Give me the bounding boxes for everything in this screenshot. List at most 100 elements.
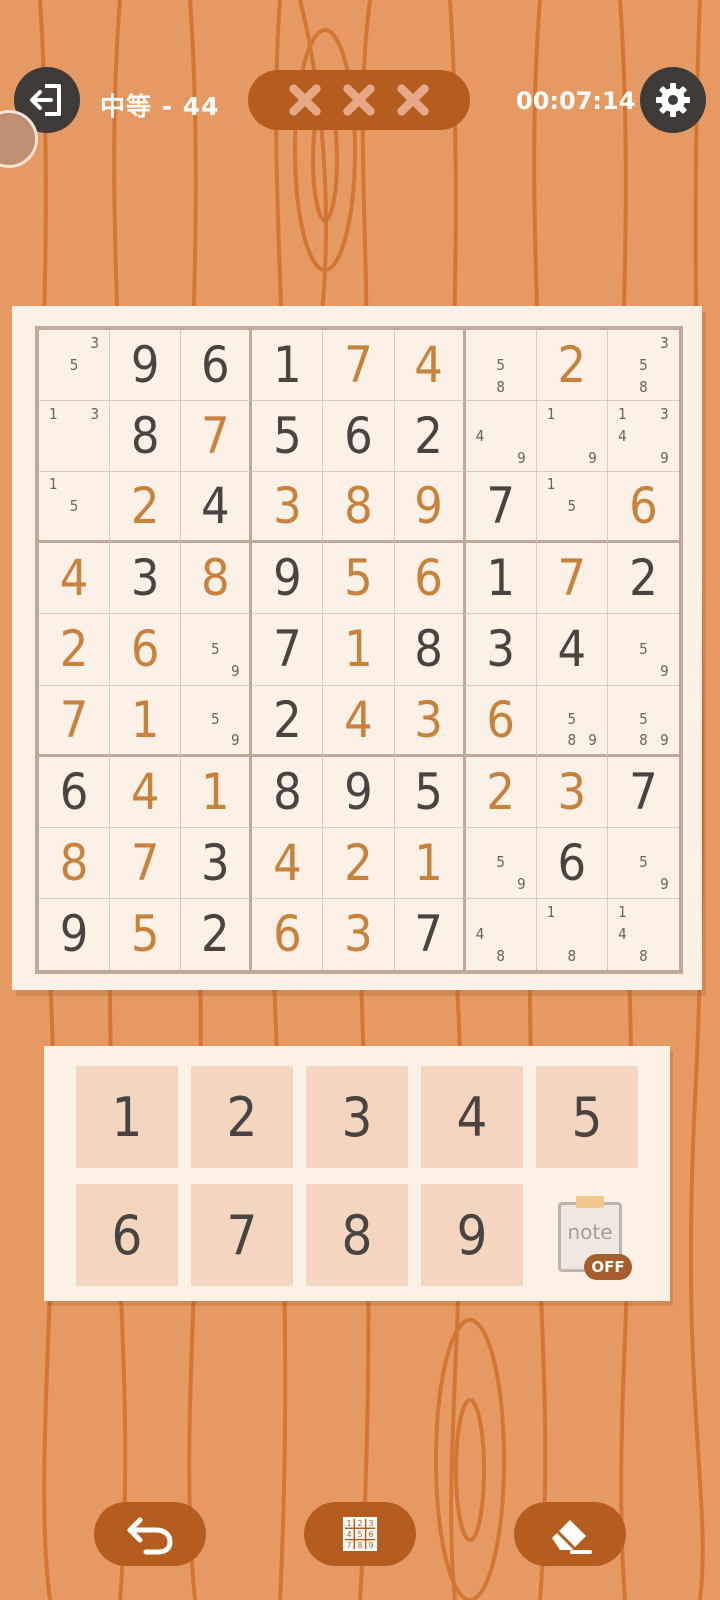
digit-key-3[interactable]: 3 [306,1066,408,1168]
cell-entered-digit[interactable]: 4 [110,756,182,828]
cell-entered-digit[interactable]: 8 [323,472,395,544]
cell-entered-digit[interactable]: 7 [110,827,182,899]
cell-entered-digit[interactable]: 1 [110,685,182,757]
digit-key-6[interactable]: 6 [76,1184,178,1286]
cell-given-digit[interactable]: 9 [110,330,182,402]
cell-given-digit[interactable]: 5 [394,756,466,828]
cell-pencil-notes[interactable]: 5 89 [536,685,608,757]
digit-key-4[interactable]: 4 [421,1066,523,1168]
digit-key-5[interactable]: 5 [536,1066,638,1168]
cell-pencil-notes[interactable]: 1 48 [607,898,679,970]
cell-given-digit[interactable]: 5 [252,401,324,473]
pencil-note [633,661,654,683]
cell-given-digit[interactable]: 4 [181,472,253,544]
cell-pencil-notes[interactable]: 18 [536,898,608,970]
cell-entered-digit[interactable]: 3 [252,472,324,544]
cell-entered-digit[interactable]: 7 [536,543,608,615]
cell-pencil-notes[interactable]: 59 [607,827,679,899]
cell-entered-digit[interactable]: 4 [394,330,466,402]
cell-given-digit[interactable]: 6 [323,401,395,473]
cell-given-digit[interactable]: 8 [394,614,466,686]
cell-given-digit[interactable]: 2 [181,898,253,970]
cell-pencil-notes[interactable]: 59 [607,614,679,686]
cell-entered-digit[interactable]: 6 [465,685,537,757]
cell-given-digit[interactable]: 7 [252,614,324,686]
cell-given-digit[interactable]: 3 [465,614,537,686]
cell-given-digit[interactable]: 2 [607,543,679,615]
cell-pencil-notes[interactable]: 59 [181,614,253,686]
cell-entered-digit[interactable]: 6 [607,472,679,544]
cell-given-digit[interactable]: 9 [323,756,395,828]
cell-entered-digit[interactable]: 9 [394,472,466,544]
cell-entered-digit[interactable]: 4 [252,827,324,899]
cell-given-digit[interactable]: 7 [465,472,537,544]
cell-entered-digit[interactable]: 2 [110,472,182,544]
cell-given-digit[interactable]: 8 [110,401,182,473]
cell-given-digit[interactable]: 9 [252,543,324,615]
cell-entered-digit[interactable]: 3 [323,898,395,970]
digit-key-9[interactable]: 9 [421,1184,523,1286]
cell-entered-digit[interactable]: 8 [39,827,111,899]
cell-entered-digit[interactable]: 7 [181,401,253,473]
cell-pencil-notes[interactable]: 49 [465,401,537,473]
digit-key-2[interactable]: 2 [191,1066,293,1168]
digit-key-8[interactable]: 8 [306,1184,408,1286]
settings-button[interactable] [640,67,706,133]
cell-entered-digit[interactable]: 4 [323,685,395,757]
auto-notes-button[interactable]: 123 456 789 [304,1502,416,1566]
cell-entered-digit[interactable]: 5 [110,898,182,970]
cell-entered-digit[interactable]: 7 [39,685,111,757]
cell-pencil-notes[interactable]: 48 [465,898,537,970]
cell-entered-digit[interactable]: 7 [323,330,395,402]
pencil-note [612,830,633,852]
cell-given-digit[interactable]: 7 [394,898,466,970]
cell-given-digit[interactable]: 2 [252,685,324,757]
pencil-note [64,403,85,425]
cell-entered-digit[interactable]: 2 [39,614,111,686]
cell-entered-digit[interactable]: 5 [323,543,395,615]
cell-entered-digit[interactable]: 1 [394,827,466,899]
cell-pencil-notes[interactable]: 1 3 4 9 [607,401,679,473]
cell-given-digit[interactable]: 9 [39,898,111,970]
cell-entered-digit[interactable]: 2 [465,756,537,828]
cell-entered-digit[interactable]: 2 [536,330,608,402]
cell-pencil-notes[interactable]: 35 8 [607,330,679,402]
cell-entered-digit[interactable]: 1 [323,614,395,686]
cell-entered-digit[interactable]: 6 [110,614,182,686]
cell-entered-digit[interactable]: 6 [394,543,466,615]
cell-entered-digit[interactable]: 1 [181,756,253,828]
cell-pencil-notes[interactable]: 58 [465,330,537,402]
cell-pencil-notes[interactable]: 5 89 [607,685,679,757]
cell-given-digit[interactable]: 7 [607,756,679,828]
note-toggle-button[interactable]: note OFF [548,1194,634,1282]
cell-pencil-notes[interactable]: 59 [465,827,537,899]
mistakes-indicator [248,70,470,130]
cell-pencil-notes[interactable]: 59 [181,685,253,757]
cell-pencil-notes[interactable]: 15 [536,472,608,544]
digit-key-1[interactable]: 1 [76,1066,178,1168]
cell-given-digit[interactable]: 6 [39,756,111,828]
cell-entered-digit[interactable]: 6 [252,898,324,970]
digit-key-7[interactable]: 7 [191,1184,293,1286]
cell-given-digit[interactable]: 6 [181,330,253,402]
cell-pencil-notes[interactable]: 15 [39,472,111,544]
undo-button[interactable] [94,1502,206,1566]
cell-given-digit[interactable]: 8 [252,756,324,828]
cell-given-digit[interactable]: 3 [110,543,182,615]
cell-entered-digit[interactable]: 3 [536,756,608,828]
cell-given-digit[interactable]: 1 [465,543,537,615]
cell-given-digit[interactable]: 6 [536,827,608,899]
cell-given-digit[interactable]: 2 [394,401,466,473]
cell-entered-digit[interactable]: 2 [323,827,395,899]
cell-pencil-notes[interactable]: 13 [39,401,111,473]
cell-pencil-notes[interactable]: 19 [536,401,608,473]
erase-button[interactable] [514,1502,626,1566]
cell-given-digit[interactable]: 1 [252,330,324,402]
cell-entered-digit[interactable]: 4 [39,543,111,615]
cell-entered-digit[interactable]: 8 [181,543,253,615]
cell-pencil-notes[interactable]: 35 [39,330,111,402]
cell-entered-digit[interactable]: 3 [394,685,466,757]
cell-given-digit[interactable]: 3 [181,827,253,899]
cell-given-digit[interactable]: 4 [536,614,608,686]
pencil-note [561,403,582,425]
